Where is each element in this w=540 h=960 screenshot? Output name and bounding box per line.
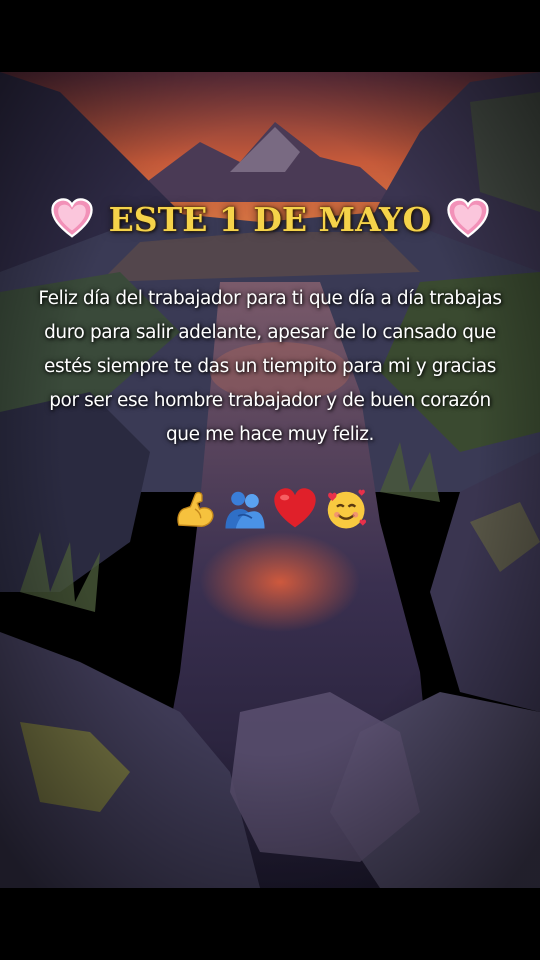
emoji-row: [0, 486, 540, 532]
smiling-face-with-hearts-icon: [327, 489, 367, 529]
message-text: Feliz día del trabajador para ti que día…: [38, 288, 502, 445]
top-letterbox: [0, 0, 540, 72]
pink-heart-icon: [447, 198, 490, 238]
bottom-letterbox: [0, 888, 540, 960]
mountain-valley-background: [0, 72, 540, 888]
page-title: ESTE 1 DE MAYO: [108, 199, 432, 239]
pink-heart-icon: [50, 198, 93, 238]
red-heart-icon: [274, 488, 316, 528]
flexed-biceps-icon: [177, 491, 214, 527]
people-hugging-icon: [225, 491, 265, 529]
title-row: ESTE 1 DE MAYO: [0, 196, 540, 242]
